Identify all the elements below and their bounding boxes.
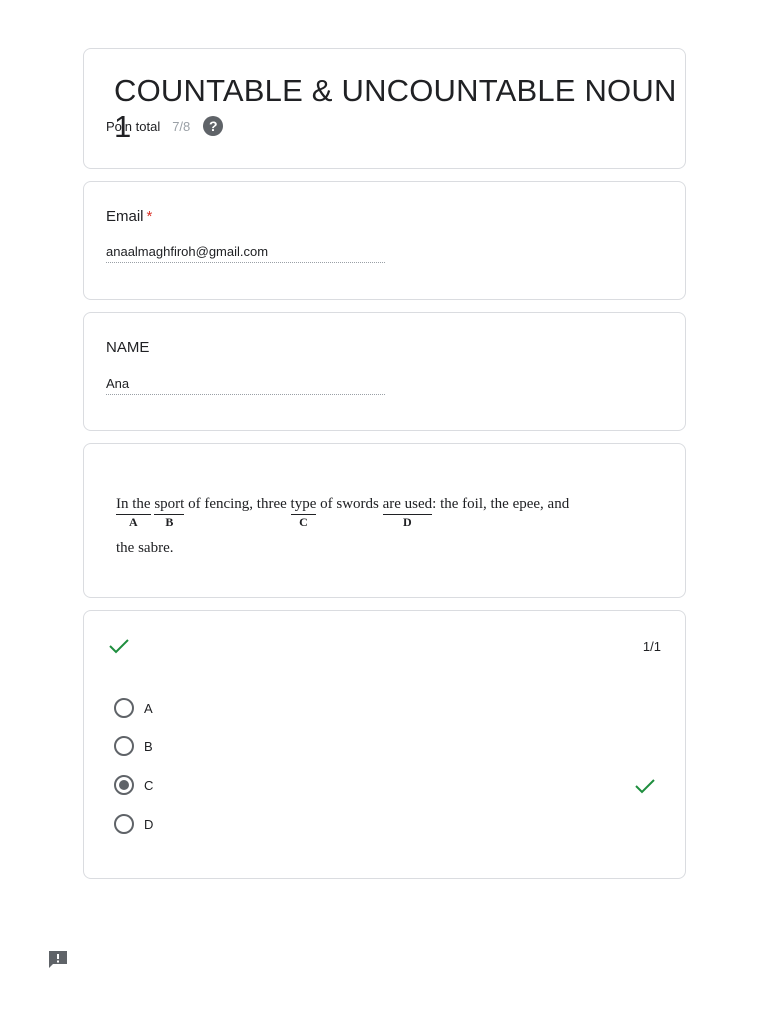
- points-label: Poin total: [106, 118, 161, 134]
- form-header-card: COUNTABLE & UNCOUNTABLE NOUN 1 Poin tota…: [83, 48, 686, 169]
- help-icon[interactable]: ?: [203, 116, 224, 136]
- email-label-text: Email: [106, 208, 144, 225]
- check-icon: [109, 639, 129, 654]
- option-c[interactable]: C: [114, 773, 153, 797]
- option-label: D: [144, 816, 154, 832]
- segment-text: type: [290, 496, 317, 515]
- points-value: 7/8: [172, 118, 191, 134]
- question-sentence: In the A sport B of fencing, three type C o…: [116, 496, 569, 557]
- radio-button[interactable]: [114, 736, 134, 756]
- segment-letter: B: [165, 515, 174, 529]
- option-a[interactable]: A: [114, 696, 153, 720]
- email-label: Email *: [106, 208, 152, 225]
- required-marker: *: [146, 208, 153, 225]
- email-question-card: Email * anaalmaghfiroh@gmail.com: [83, 181, 686, 300]
- report-feedback-icon[interactable]: [47, 949, 69, 969]
- radio-button-selected[interactable]: [114, 775, 134, 795]
- option-label: A: [144, 700, 153, 716]
- question-score: 1/1: [642, 639, 661, 654]
- radio-selected-dot: [119, 780, 129, 790]
- name-question-card: NAME Ana: [83, 312, 686, 431]
- plain-segment: : the foil, the epee, and: [432, 496, 570, 512]
- option-label: C: [144, 777, 154, 793]
- option-d[interactable]: D: [114, 812, 153, 836]
- segment-text: are used: [382, 496, 433, 515]
- name-label: NAME: [106, 339, 150, 356]
- segment-text: sport: [154, 496, 185, 515]
- sentence-line-2: the sabre.: [116, 540, 174, 556]
- radio-button[interactable]: [114, 698, 134, 718]
- underlined-segment-d: are used D: [382, 496, 433, 529]
- option-b[interactable]: B: [114, 734, 153, 758]
- plain-segment: of swords: [316, 496, 383, 512]
- segment-letter: A: [128, 515, 138, 529]
- email-answer: anaalmaghfiroh@gmail.com: [106, 244, 385, 263]
- option-label: B: [144, 738, 153, 754]
- points-total: Poin total 7/8 ?: [106, 115, 224, 137]
- underlined-segment-b: sport B: [154, 496, 185, 529]
- underlined-segment-c: type C: [290, 496, 317, 529]
- segment-letter: D: [403, 515, 412, 529]
- plain-segment: of fencing, three: [184, 496, 291, 512]
- underlined-segment-a: In the A: [116, 496, 151, 529]
- question-image-card: In the A sport B of fencing, three type C o…: [83, 443, 686, 598]
- correct-answer-check-icon: [635, 779, 655, 794]
- segment-letter: C: [299, 515, 308, 529]
- sentence-line-1: In the A sport B of fencing, three type C o…: [116, 496, 569, 529]
- segment-text: In the: [116, 496, 151, 515]
- radio-button[interactable]: [114, 814, 134, 834]
- name-answer: Ana: [106, 376, 385, 395]
- multiple-choice-card: 1/1 A B C D: [83, 610, 686, 879]
